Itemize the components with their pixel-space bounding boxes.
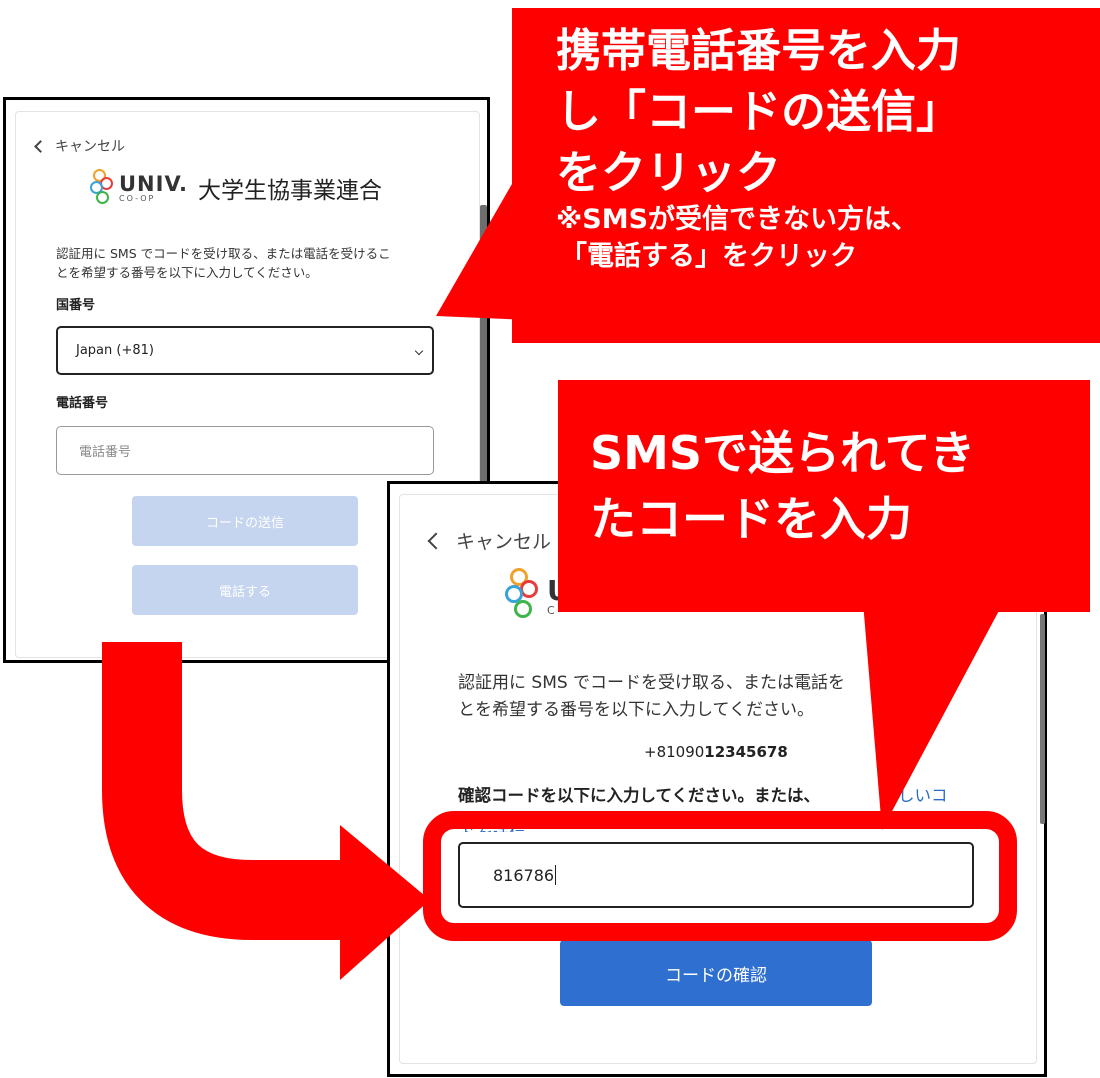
callout-1-note1: ※SMSが受信できない方は、 (556, 204, 919, 235)
callout-1-line3: をクリック (556, 146, 782, 199)
callout-1-line2: し「コードの送信」 (556, 85, 962, 138)
callout-1-note2: 「電話する」をクリック (560, 241, 857, 272)
callout-2-line1: SMSで送られてき (590, 426, 976, 480)
callout-2-line2: たコードを入力 (590, 492, 912, 546)
callout-instruction-1: 携帯電話番号を入力 し「コードの送信」 をクリック ※SMSが受信できない方は、… (512, 8, 1100, 343)
callout-1-line1: 携帯電話番号を入力 (556, 24, 962, 77)
callout-instruction-2: SMSで送られてき たコードを入力 (558, 380, 1090, 612)
